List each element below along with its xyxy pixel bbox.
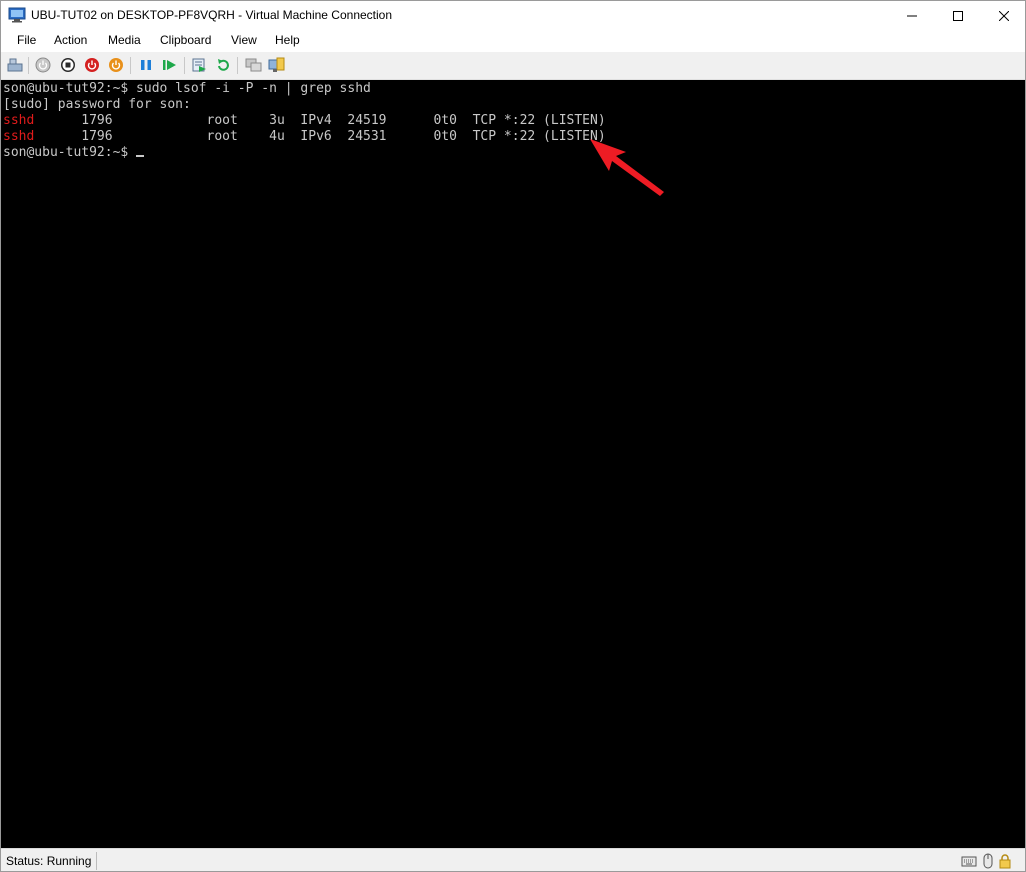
toolbar — [1, 52, 1025, 80]
menu-media[interactable]: Media — [108, 33, 141, 47]
revert-icon — [218, 59, 229, 71]
enhanced-session-icon — [245, 58, 262, 72]
start-button[interactable] — [33, 55, 53, 75]
vm-console-screen[interactable]: son@ubu-tut92:~$ sudo lsof -i -P -n | gr… — [1, 80, 1025, 848]
status-separator — [96, 852, 97, 870]
basic-session-icon — [268, 57, 285, 72]
shut-down-icon — [85, 58, 99, 72]
shut-down-button[interactable] — [82, 55, 102, 75]
terminal-prompt: son@ubu-tut92:~$ — [3, 145, 137, 160]
menu-clipboard[interactable]: Clipboard — [160, 33, 211, 47]
terminal-cursor — [136, 155, 145, 157]
toolbar-separator — [237, 57, 238, 74]
process-name: sshd — [3, 129, 35, 144]
terminal-output-row: sshd 1796 root 4u IPv6 24531 0t0 TCP *:2… — [3, 129, 606, 145]
turn-off-button[interactable] — [58, 55, 78, 75]
minimize-icon — [907, 15, 917, 16]
process-details: 1796 root 3u IPv4 24519 0t0 TCP *:22 (LI… — [34, 113, 606, 128]
window-title: UBU-TUT02 on DESKTOP-PF8VQRH - Virtual M… — [31, 8, 393, 22]
toolbar-separator — [130, 57, 131, 74]
enhanced-session-button[interactable] — [244, 55, 264, 75]
close-icon — [999, 10, 1009, 21]
keyboard-icon — [961, 856, 977, 867]
save-button[interactable] — [106, 55, 126, 75]
minimize-button[interactable] — [889, 1, 935, 30]
power-on-icon — [35, 57, 51, 73]
stop-icon — [61, 58, 75, 72]
annotation-arrow-icon — [590, 139, 664, 196]
maximize-button[interactable] — [935, 1, 981, 30]
ctrl-alt-del-button[interactable] — [5, 55, 25, 75]
lock-icon — [999, 854, 1011, 869]
process-name: sshd — [3, 113, 35, 128]
menu-action[interactable]: Action — [54, 33, 87, 47]
maximize-icon — [953, 10, 963, 21]
vm-connection-icon — [8, 7, 26, 23]
menu-bar: File Action Media Clipboard View Help — [1, 30, 1025, 52]
checkpoint-icon — [192, 58, 206, 72]
menu-help[interactable]: Help — [275, 33, 300, 47]
pause-button[interactable] — [136, 55, 156, 75]
terminal-sudo-line: [sudo] password for son: — [3, 97, 191, 112]
checkpoint-button[interactable] — [189, 55, 209, 75]
vm-status-text: Status: Running — [6, 854, 92, 868]
resume-button[interactable] — [160, 55, 180, 75]
menu-view[interactable]: View — [231, 33, 257, 47]
terminal-output-row: sshd 1796 root 3u IPv4 24519 0t0 TCP *:2… — [3, 113, 606, 129]
revert-button[interactable] — [213, 55, 233, 75]
basic-session-button[interactable] — [267, 55, 287, 75]
title-bar: UBU-TUT02 on DESKTOP-PF8VQRH - Virtual M… — [1, 1, 1025, 30]
mouse-icon — [983, 853, 993, 869]
terminal-command-line: son@ubu-tut92:~$ sudo lsof -i -P -n | gr… — [3, 81, 371, 96]
menu-file[interactable]: File — [17, 33, 36, 47]
toolbar-separator — [28, 57, 29, 74]
vm-connection-window: UBU-TUT02 on DESKTOP-PF8VQRH - Virtual M… — [0, 0, 1026, 872]
keyboard-icon — [7, 58, 23, 72]
save-state-icon — [109, 58, 123, 72]
terminal-prompt-line: son@ubu-tut92:~$ — [3, 145, 145, 161]
pause-icon — [141, 60, 151, 70]
process-details: 1796 root 4u IPv6 24531 0t0 TCP *:22 (LI… — [34, 129, 606, 144]
resume-icon — [163, 60, 176, 70]
close-button[interactable] — [981, 1, 1025, 30]
toolbar-separator — [184, 57, 185, 74]
status-bar: Status: Running — [1, 848, 1025, 871]
